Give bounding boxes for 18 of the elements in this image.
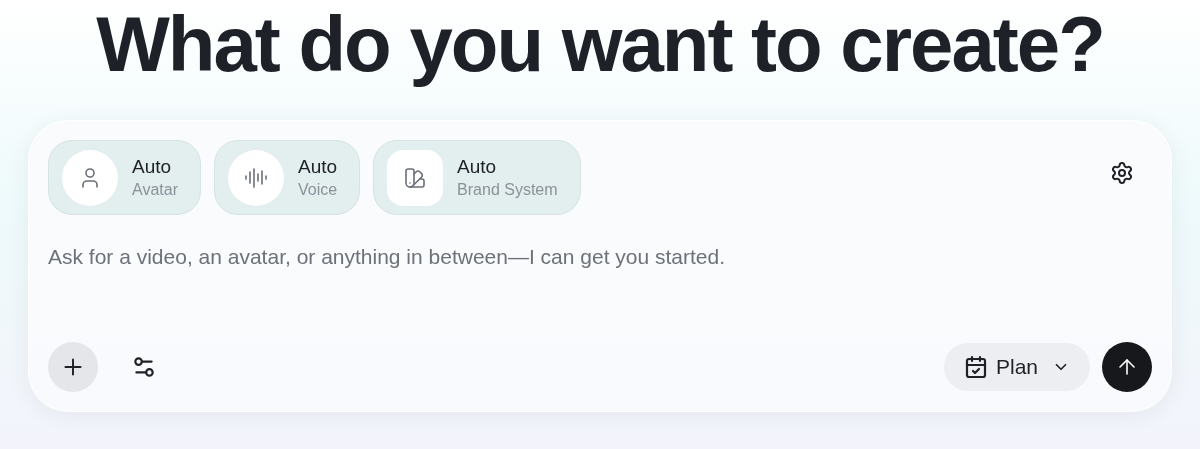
selector-chip[interactable]: Auto Brand System	[373, 140, 581, 215]
add-button[interactable]	[48, 342, 98, 392]
prompt-field[interactable]: Ask for a video, an avatar, or anything in between—I can get you started.	[48, 242, 1152, 312]
send-button[interactable]	[1102, 342, 1152, 392]
chip-title: Auto	[297, 154, 338, 179]
settings-icon	[1110, 161, 1134, 185]
chip-subtitle: Voice	[297, 179, 338, 200]
chip-title: Auto	[132, 154, 173, 179]
calendar-icon	[963, 355, 988, 379]
chip-subtitle: Brand System	[457, 179, 558, 200]
swatch-icon	[403, 165, 428, 190]
chip-subtitle: Avatar	[132, 179, 178, 200]
sliders-icon	[131, 354, 157, 380]
selector-chip[interactable]: Auto Avatar	[48, 140, 201, 215]
mode-dropdown[interactable]: Plan	[943, 343, 1090, 391]
selector-chip[interactable]: Auto Voice	[213, 140, 361, 215]
sound-wave-icon	[243, 165, 268, 190]
chip-title: Auto	[457, 154, 498, 179]
